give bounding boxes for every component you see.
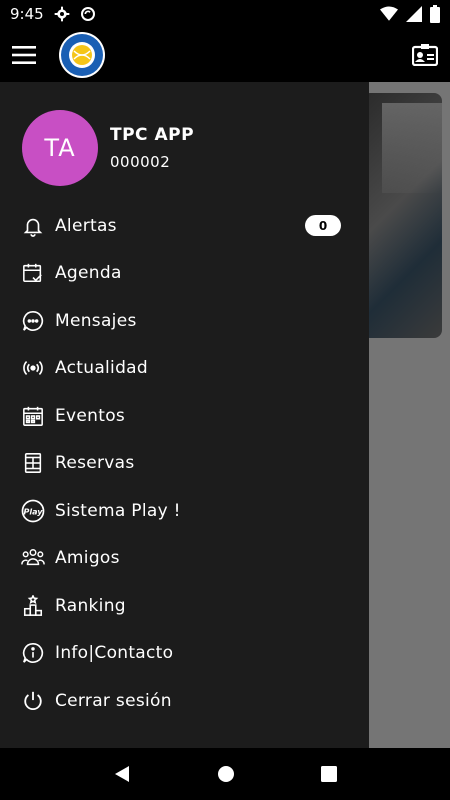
avatar-initials: TA: [44, 134, 76, 162]
menu-label: Agenda: [55, 263, 122, 284]
menu-item-mensajes[interactable]: Mensajes: [0, 297, 369, 345]
news-card-image[interactable]: [362, 93, 442, 338]
sync-icon: [80, 6, 96, 22]
menu-item-agenda[interactable]: Agenda: [0, 250, 369, 298]
battery-icon: [430, 5, 440, 23]
play-badge-icon: Play: [21, 499, 45, 523]
hamburger-icon[interactable]: [12, 46, 36, 64]
navigation-drawer: TA TPC APP 000002 Alertas 0 Agenda Mensa…: [0, 82, 369, 748]
profile-member-id: 000002: [110, 153, 171, 171]
menu-item-alertas[interactable]: Alertas 0: [0, 202, 369, 250]
menu-label: Mensajes: [55, 310, 137, 331]
back-icon[interactable]: [113, 765, 131, 783]
drawer-menu: Alertas 0 Agenda Mensajes Actualidad Eve…: [0, 202, 369, 725]
menu-item-actualidad[interactable]: Actualidad: [0, 345, 369, 393]
avatar: TA: [22, 110, 98, 186]
court-icon: [21, 451, 45, 475]
menu-item-reservas[interactable]: Reservas: [0, 440, 369, 488]
contact-card-icon[interactable]: [412, 44, 438, 66]
menu-item-info-contacto[interactable]: Info|Contacto: [0, 630, 369, 678]
calendar-check-icon: [21, 261, 45, 285]
menu-item-ranking[interactable]: Ranking: [0, 582, 369, 630]
menu-label: Cerrar sesión: [55, 690, 172, 711]
signal-icon: [406, 6, 422, 22]
home-icon[interactable]: [217, 765, 235, 783]
settings-icon: [54, 6, 70, 22]
menu-label: Amigos: [55, 548, 120, 569]
menu-item-cerrar-sesion[interactable]: Cerrar sesión: [0, 677, 369, 725]
menu-label: Actualidad: [55, 358, 148, 379]
menu-label: Alertas: [55, 215, 117, 236]
menu-label: Eventos: [55, 405, 126, 426]
menu-label: Reservas: [55, 453, 135, 474]
recents-icon[interactable]: [321, 766, 337, 782]
info-icon: [21, 641, 45, 665]
menu-item-eventos[interactable]: Eventos: [0, 392, 369, 440]
group-icon: [21, 546, 45, 570]
profile-header[interactable]: TA TPC APP 000002: [22, 110, 194, 186]
status-bar: 9:45: [0, 0, 450, 28]
menu-item-amigos[interactable]: Amigos: [0, 535, 369, 583]
club-logo-icon[interactable]: [58, 31, 106, 79]
system-nav-bar: [0, 748, 450, 800]
menu-label: Info|Contacto: [55, 643, 174, 664]
bell-icon: [21, 214, 45, 238]
profile-name: TPC APP: [110, 125, 195, 145]
status-time: 9:45: [10, 5, 44, 23]
menu-item-sistema-play[interactable]: Play Sistema Play !: [0, 487, 369, 535]
chat-bubble-icon: [21, 309, 45, 333]
svg-text:Play: Play: [24, 507, 44, 516]
broadcast-icon: [21, 356, 45, 380]
menu-label: Ranking: [55, 595, 126, 616]
app-bar: [0, 28, 450, 82]
menu-label: Sistema Play !: [55, 500, 181, 521]
alert-count-badge: 0: [305, 215, 341, 236]
power-icon: [21, 689, 45, 713]
wifi-icon: [380, 6, 398, 22]
calendar-grid-icon: [21, 404, 45, 428]
podium-icon: [21, 594, 45, 618]
